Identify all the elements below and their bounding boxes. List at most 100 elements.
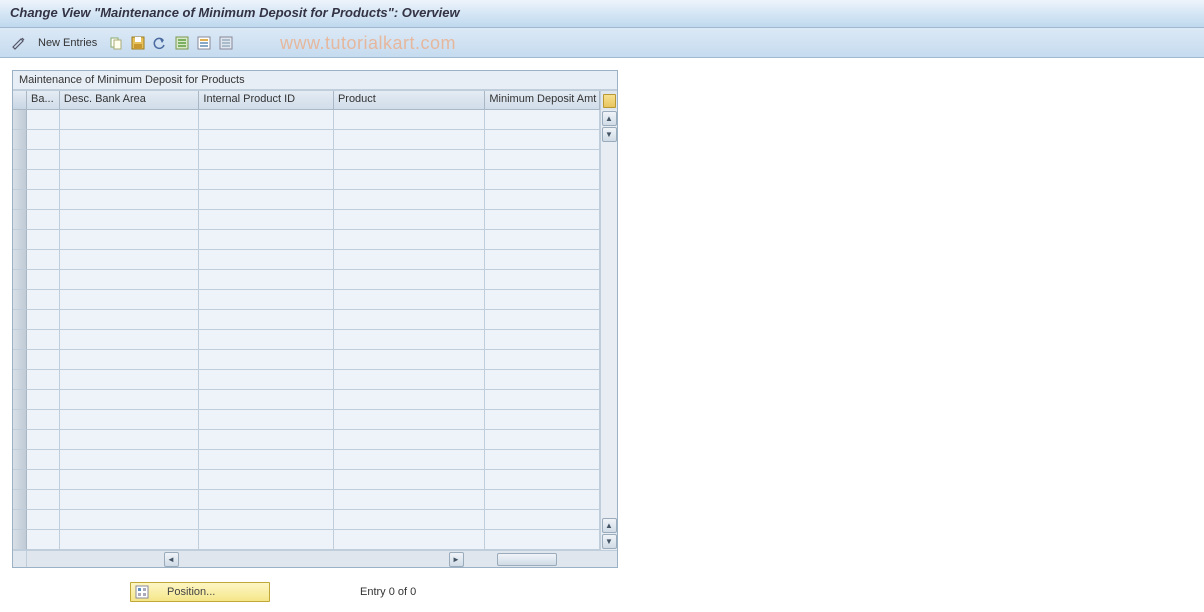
- table-cell[interactable]: [60, 130, 200, 150]
- row-selector[interactable]: [13, 170, 27, 190]
- table-cell[interactable]: [485, 330, 600, 350]
- table-cell[interactable]: [334, 450, 485, 470]
- table-cell[interactable]: [485, 250, 600, 270]
- table-cell[interactable]: [27, 490, 60, 510]
- table-cell[interactable]: [334, 470, 485, 490]
- row-selector[interactable]: [13, 230, 27, 250]
- table-cell[interactable]: [60, 250, 200, 270]
- row-selector[interactable]: [13, 470, 27, 490]
- table-cell[interactable]: [27, 190, 60, 210]
- table-cell[interactable]: [199, 230, 334, 250]
- column-header[interactable]: Ba...: [27, 91, 60, 110]
- table-cell[interactable]: [485, 190, 600, 210]
- select-all-icon[interactable]: [173, 34, 191, 52]
- table-cell[interactable]: [334, 490, 485, 510]
- table-cell[interactable]: [199, 130, 334, 150]
- table-cell[interactable]: [27, 130, 60, 150]
- table-cell[interactable]: [485, 310, 600, 330]
- row-selector[interactable]: [13, 130, 27, 150]
- table-cell[interactable]: [334, 130, 485, 150]
- table-cell[interactable]: [334, 410, 485, 430]
- table-cell[interactable]: [199, 290, 334, 310]
- table-cell[interactable]: [334, 170, 485, 190]
- table-config-icon[interactable]: [601, 91, 617, 110]
- table-cell[interactable]: [27, 410, 60, 430]
- table-cell[interactable]: [485, 410, 600, 430]
- table-cell[interactable]: [334, 430, 485, 450]
- row-selector[interactable]: [13, 450, 27, 470]
- table-cell[interactable]: [27, 290, 60, 310]
- table-cell[interactable]: [27, 110, 60, 130]
- table-cell[interactable]: [60, 310, 200, 330]
- row-selector[interactable]: [13, 290, 27, 310]
- scroll-down-icon[interactable]: ▼: [602, 534, 617, 549]
- table-cell[interactable]: [199, 210, 334, 230]
- hscroll-thumb[interactable]: [497, 553, 557, 566]
- table-cell[interactable]: [334, 270, 485, 290]
- table-cell[interactable]: [199, 370, 334, 390]
- table-cell[interactable]: [334, 290, 485, 310]
- table-cell[interactable]: [60, 210, 200, 230]
- table-cell[interactable]: [485, 210, 600, 230]
- table-cell[interactable]: [27, 450, 60, 470]
- table-cell[interactable]: [334, 330, 485, 350]
- table-cell[interactable]: [60, 470, 200, 490]
- row-selector[interactable]: [13, 310, 27, 330]
- table-cell[interactable]: [485, 290, 600, 310]
- row-selector[interactable]: [13, 430, 27, 450]
- table-cell[interactable]: [485, 230, 600, 250]
- row-selector[interactable]: [13, 370, 27, 390]
- table-cell[interactable]: [27, 390, 60, 410]
- table-cell[interactable]: [334, 150, 485, 170]
- table-cell[interactable]: [27, 170, 60, 190]
- table-cell[interactable]: [60, 350, 200, 370]
- table-cell[interactable]: [485, 170, 600, 190]
- table-cell[interactable]: [199, 170, 334, 190]
- table-cell[interactable]: [485, 430, 600, 450]
- table-cell[interactable]: [334, 390, 485, 410]
- table-cell[interactable]: [27, 330, 60, 350]
- row-selector[interactable]: [13, 210, 27, 230]
- table-cell[interactable]: [27, 510, 60, 530]
- table-cell[interactable]: [334, 370, 485, 390]
- table-cell[interactable]: [334, 110, 485, 130]
- table-cell[interactable]: [27, 470, 60, 490]
- table-cell[interactable]: [199, 310, 334, 330]
- table-cell[interactable]: [60, 110, 200, 130]
- table-cell[interactable]: [27, 230, 60, 250]
- table-cell[interactable]: [199, 490, 334, 510]
- table-cell[interactable]: [27, 430, 60, 450]
- table-cell[interactable]: [60, 150, 200, 170]
- table-cell[interactable]: [485, 350, 600, 370]
- table-cell[interactable]: [199, 430, 334, 450]
- table-cell[interactable]: [485, 470, 600, 490]
- row-selector[interactable]: [13, 350, 27, 370]
- table-cell[interactable]: [199, 270, 334, 290]
- table-cell[interactable]: [199, 150, 334, 170]
- table-cell[interactable]: [485, 110, 600, 130]
- column-header[interactable]: Minimum Deposit Amt: [485, 91, 600, 110]
- corner-cell[interactable]: [13, 91, 27, 110]
- table-cell[interactable]: [485, 450, 600, 470]
- column-header[interactable]: Product: [334, 91, 485, 110]
- table-cell[interactable]: [334, 510, 485, 530]
- table-cell[interactable]: [60, 390, 200, 410]
- table-cell[interactable]: [485, 370, 600, 390]
- copy-as-icon[interactable]: [107, 34, 125, 52]
- table-cell[interactable]: [485, 130, 600, 150]
- row-selector[interactable]: [13, 330, 27, 350]
- row-selector[interactable]: [13, 490, 27, 510]
- table-cell[interactable]: [60, 510, 200, 530]
- table-cell[interactable]: [334, 230, 485, 250]
- table-cell[interactable]: [334, 250, 485, 270]
- table-cell[interactable]: [334, 210, 485, 230]
- table-cell[interactable]: [60, 330, 200, 350]
- toggle-display-change-icon[interactable]: [10, 34, 28, 52]
- table-cell[interactable]: [27, 210, 60, 230]
- table-cell[interactable]: [60, 410, 200, 430]
- table-cell[interactable]: [60, 230, 200, 250]
- column-header[interactable]: Desc. Bank Area: [60, 91, 200, 110]
- row-selector[interactable]: [13, 270, 27, 290]
- scroll-left-icon[interactable]: ◄: [164, 552, 179, 567]
- table-cell[interactable]: [27, 370, 60, 390]
